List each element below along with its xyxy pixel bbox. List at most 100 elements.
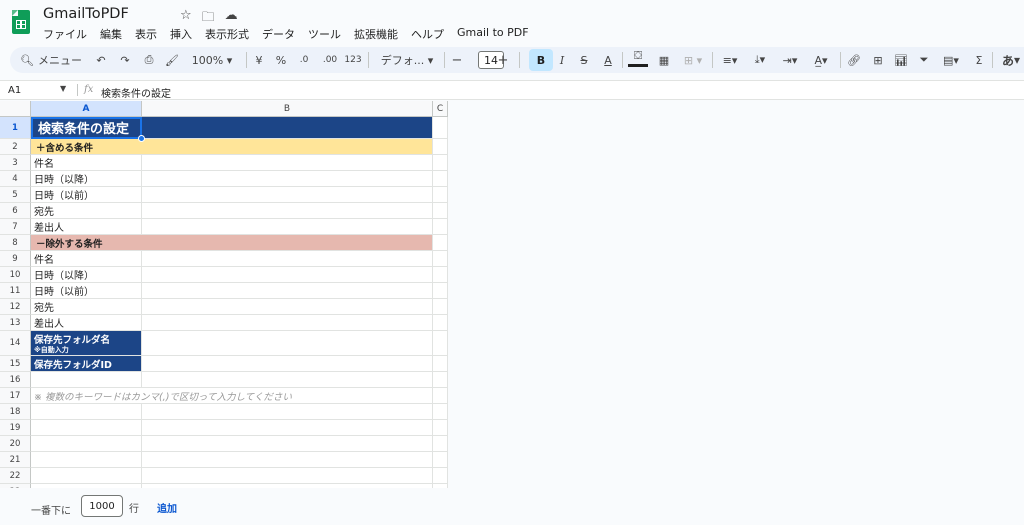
fill-color-icon[interactable]: ⛋ [628, 47, 648, 67]
cell-b6[interactable] [142, 203, 433, 219]
row-header-15[interactable]: 15 [0, 356, 31, 372]
cell-b21[interactable] [142, 452, 433, 468]
text-color-button[interactable]: A [600, 47, 616, 73]
exclude-header-cell[interactable]: －除外する条件 [31, 235, 433, 251]
cell-c3[interactable] [433, 155, 448, 171]
cell-c18[interactable] [433, 404, 448, 420]
cell-b14[interactable] [142, 331, 433, 356]
cell-b16[interactable] [142, 372, 433, 388]
include-date-after-cell[interactable]: 日時（以降） [31, 171, 142, 187]
menu-tools[interactable]: ツール [308, 26, 341, 42]
rows-count-input[interactable]: 1000 [81, 495, 123, 517]
cell-c4[interactable] [433, 171, 448, 187]
cell-c17[interactable] [433, 388, 448, 404]
exclude-from-cell[interactable]: 差出人 [31, 315, 142, 331]
menu-insert[interactable]: 挿入 [170, 26, 192, 42]
italic-button[interactable]: I [554, 47, 570, 73]
insert-chart-icon[interactable]: 📊︎ [893, 47, 909, 73]
cell-b20[interactable] [142, 436, 433, 452]
cell-b3[interactable] [142, 155, 433, 171]
filter-icon[interactable]: ⏷ [916, 47, 932, 73]
row-header-6[interactable]: 6 [0, 203, 31, 219]
row-header-1[interactable]: 1 [0, 117, 31, 139]
cell-c14[interactable] [433, 331, 448, 356]
cell-b18[interactable] [142, 404, 433, 420]
cell-c8[interactable] [433, 235, 448, 251]
text-rotation-icon[interactable]: A̲▾ [808, 47, 834, 73]
exclude-to-cell[interactable]: 宛先 [31, 299, 142, 315]
bold-button[interactable]: B [529, 49, 553, 71]
cell-c7[interactable] [433, 219, 448, 235]
cell-c21[interactable] [433, 452, 448, 468]
cell-b19[interactable] [142, 420, 433, 436]
cell-a20[interactable] [31, 436, 142, 452]
cell-b22[interactable] [142, 468, 433, 484]
add-rows-button[interactable]: 追加 [157, 500, 177, 515]
title-cell[interactable]: 検索条件の設定 [31, 117, 433, 139]
formula-input[interactable]: 検索条件の設定 [101, 85, 171, 100]
decrease-decimal-button[interactable]: .0 [295, 47, 313, 73]
row-header-20[interactable]: 20 [0, 436, 31, 452]
currency-format-button[interactable]: ¥ [252, 47, 266, 73]
font-select[interactable]: デフォ... ▾ [376, 47, 438, 73]
row-header-18[interactable]: 18 [0, 404, 31, 420]
include-header-cell[interactable]: ＋含める条件 [31, 139, 433, 155]
row-header-16[interactable]: 16 [0, 372, 31, 388]
row-header-4[interactable]: 4 [0, 171, 31, 187]
print-icon[interactable]: ⎙ [141, 47, 157, 73]
exclude-date-before-cell[interactable]: 日時（以前） [31, 283, 142, 299]
menu-help[interactable]: ヘルプ [411, 26, 444, 42]
cell-b11[interactable] [142, 283, 433, 299]
cell-c5[interactable] [433, 187, 448, 203]
cell-c9[interactable] [433, 251, 448, 267]
sheets-logo-icon[interactable] [12, 10, 30, 34]
cell-c16[interactable] [433, 372, 448, 388]
row-header-14[interactable]: 14 [0, 331, 31, 356]
menu-view[interactable]: 表示 [135, 26, 157, 42]
menu-format[interactable]: 表示形式 [205, 26, 249, 42]
include-date-before-cell[interactable]: 日時（以前） [31, 187, 142, 203]
row-header-2[interactable]: 2 [0, 139, 31, 155]
column-header-b[interactable]: B [142, 101, 433, 117]
percent-format-button[interactable]: % [274, 47, 288, 73]
menu-data[interactable]: データ [262, 26, 295, 42]
merge-cells-icon[interactable]: ⊞ ▾ [678, 47, 708, 73]
cell-a21[interactable] [31, 452, 142, 468]
row-header-12[interactable]: 12 [0, 299, 31, 315]
functions-button[interactable]: Σ [972, 47, 986, 73]
cell-b9[interactable] [142, 251, 433, 267]
strikethrough-icon[interactable]: S [576, 47, 592, 73]
cell-c15[interactable] [433, 356, 448, 372]
spreadsheet-grid[interactable]: A B C 1 検索条件の設定 2 ＋含める条件 3 件名 4 日時（以降） 5 日時（以前） 6 宛… [0, 101, 448, 500]
cell-c1[interactable] [433, 117, 448, 139]
cell-a19[interactable] [31, 420, 142, 436]
font-size-decrease-button[interactable]: − [450, 47, 464, 73]
row-header-5[interactable]: 5 [0, 187, 31, 203]
cell-c20[interactable] [433, 436, 448, 452]
note-cell[interactable]: ※ 複数のキーワードはカンマ(,)で区切って入力してください [31, 388, 433, 404]
exclude-date-after-cell[interactable]: 日時（以降） [31, 267, 142, 283]
column-header-c[interactable]: C [433, 101, 448, 117]
cell-c2[interactable] [433, 139, 448, 155]
increase-decimal-button[interactable]: .00 [319, 47, 341, 73]
cell-c12[interactable] [433, 299, 448, 315]
row-header-22[interactable]: 22 [0, 468, 31, 484]
insert-comment-icon[interactable]: ⊞ [870, 47, 886, 73]
exclude-subject-cell[interactable]: 件名 [31, 251, 142, 267]
undo-icon[interactable]: ↶ [94, 47, 108, 73]
redo-icon[interactable]: ↷ [118, 47, 132, 73]
select-all-corner[interactable] [0, 101, 31, 117]
cell-b7[interactable] [142, 219, 433, 235]
horizontal-align-icon[interactable]: ≡▾ [718, 47, 742, 73]
cell-a18[interactable] [31, 404, 142, 420]
cell-b15[interactable] [142, 356, 433, 372]
cell-a22[interactable] [31, 468, 142, 484]
menu-edit[interactable]: 編集 [100, 26, 122, 42]
row-header-11[interactable]: 11 [0, 283, 31, 299]
cell-c10[interactable] [433, 267, 448, 283]
cell-c13[interactable] [433, 315, 448, 331]
cell-c19[interactable] [433, 420, 448, 436]
name-box[interactable]: A1 [8, 85, 21, 96]
text-wrap-icon[interactable]: ⇥▾ [778, 47, 802, 73]
document-title[interactable]: GmailToPDF [43, 6, 129, 22]
